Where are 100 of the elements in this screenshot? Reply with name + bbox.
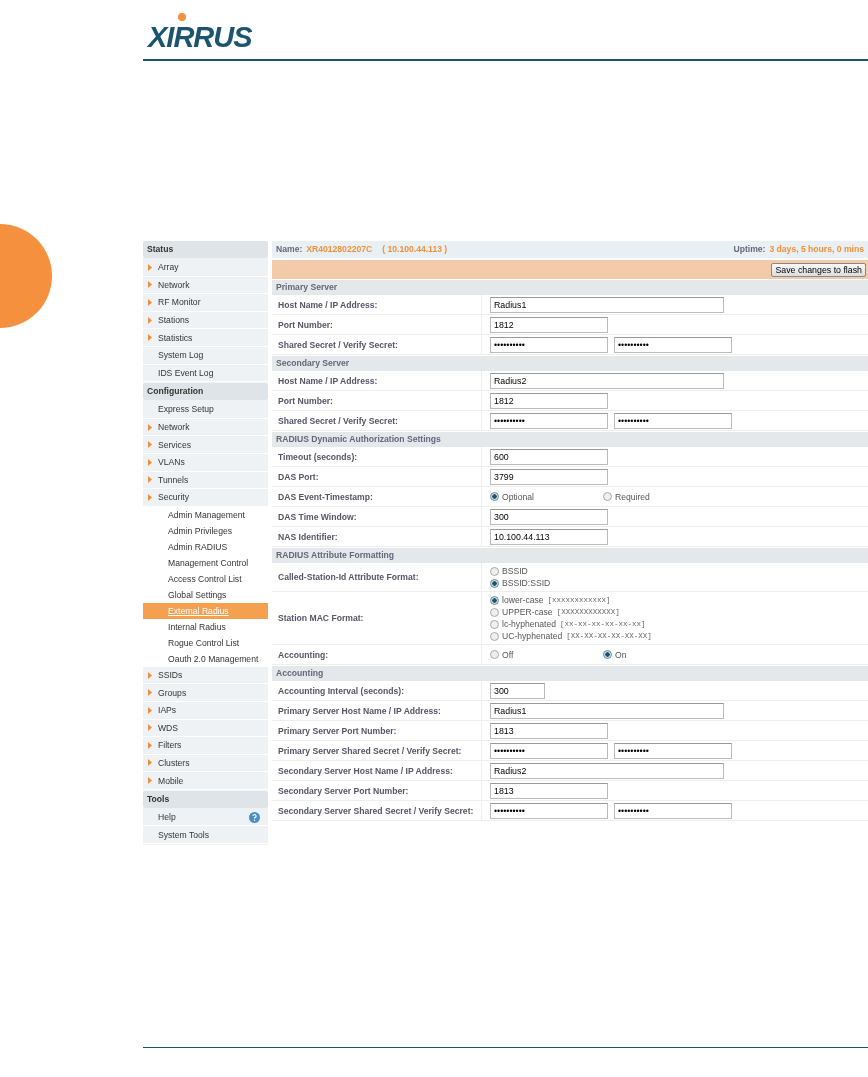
input-field[interactable]: Radius2 — [490, 762, 724, 779]
sidebar-item[interactable]: Network — [143, 276, 268, 295]
input-field[interactable]: Radius2 — [490, 372, 724, 389]
sidebar-item[interactable]: Filters — [143, 737, 268, 755]
sidebar-item[interactable]: IAPs — [143, 701, 268, 720]
input-field[interactable]: Radius1 — [490, 296, 724, 313]
verify-field[interactable]: •••••••••• — [614, 742, 732, 759]
input-field[interactable]: •••••••••• — [490, 742, 608, 759]
sidebar-subitem[interactable]: Internal Radius — [143, 618, 268, 635]
sidebar-item[interactable]: VLANs — [143, 453, 268, 472]
radio-option[interactable]: On — [603, 648, 716, 661]
sidebar-item[interactable]: SSIDs — [143, 666, 268, 685]
save-button[interactable]: Save changes to flash — [771, 262, 866, 277]
input-field[interactable]: 1812 — [490, 316, 608, 333]
input-field[interactable]: 1813 — [490, 722, 608, 739]
field-label: DAS Port: — [272, 467, 482, 486]
field-label: Primary Server Host Name / IP Address: — [272, 701, 482, 720]
radio-icon[interactable] — [490, 566, 499, 576]
radio-option[interactable]: BSSID:SSID — [490, 577, 551, 589]
sidebar-item[interactable]: Help — [143, 808, 268, 827]
sidebar-item[interactable]: IDS Event Log — [143, 364, 268, 383]
sidebar-item[interactable]: Statistics — [143, 329, 268, 347]
sidebar-item[interactable]: System Tools — [143, 826, 268, 845]
name-label: Name: — [276, 244, 303, 255]
input-field[interactable]: •••••••••• — [490, 336, 608, 353]
field-label: Host Name / IP Address: — [272, 295, 482, 314]
field-label: Secondary Server Port Number: — [272, 781, 482, 800]
field-label: Port Number: — [272, 315, 482, 334]
radio-icon[interactable] — [490, 607, 499, 617]
input-field[interactable]: 10.100.44.113 — [490, 528, 608, 545]
section-header: Secondary Server — [272, 356, 868, 371]
radio-icon[interactable] — [490, 492, 499, 501]
sidebar-item[interactable]: Mobile — [143, 772, 268, 790]
input-field[interactable]: •••••••••• — [490, 412, 608, 429]
sidebar-item[interactable]: Express Setup — [143, 401, 268, 419]
sidebar-item[interactable]: Network — [143, 418, 268, 437]
input-field[interactable]: •••••••••• — [490, 802, 608, 819]
verify-field[interactable]: •••••••••• — [614, 802, 732, 819]
sidebar-item[interactable]: Groups — [143, 684, 268, 702]
sidebar-group-title: Status — [143, 241, 268, 258]
input-field[interactable]: 300 — [490, 682, 545, 699]
sidebar-item[interactable]: Security — [143, 489, 268, 507]
logo: XIRRUS — [148, 12, 255, 52]
sidebar-subitem[interactable]: Management Control — [143, 554, 268, 571]
sidebar-item[interactable]: Array — [143, 259, 268, 277]
field-label: NAS Identifier: — [272, 527, 482, 546]
field-label: Shared Secret / Verify Secret: — [272, 335, 482, 354]
sidebar-subitem[interactable]: Oauth 2.0 Management — [143, 650, 268, 667]
radio-option[interactable]: Required — [603, 490, 716, 503]
field-label: Timeout (seconds): — [272, 447, 482, 466]
sidebar-item[interactable]: Services — [143, 436, 268, 454]
sidebar-item[interactable]: WDS — [143, 719, 268, 738]
uptime-label: Uptime: — [733, 244, 766, 255]
field-label: DAS Time Window: — [272, 507, 482, 526]
help-icon[interactable] — [249, 811, 260, 823]
device-ip: ( 10.100.44.113 ) — [382, 244, 448, 255]
verify-field[interactable]: •••••••••• — [614, 336, 732, 353]
section-header: RADIUS Attribute Formatting — [272, 548, 868, 563]
input-field[interactable]: 300 — [490, 508, 608, 525]
field-label: Primary Server Port Number: — [272, 721, 482, 740]
sidebar-group-title: Configuration — [143, 383, 268, 401]
radio-option[interactable]: Optional — [490, 490, 603, 503]
field-label: Accounting Interval (seconds): — [272, 681, 482, 700]
field-label: Primary Server Shared Secret / Verify Secret: — [272, 741, 482, 760]
radio-icon[interactable] — [490, 650, 499, 659]
sidebar-subitem[interactable]: Global Settings — [143, 586, 268, 603]
field-label: Called-Station-Id Attribute Format: — [272, 563, 482, 591]
sidebar-subitem[interactable]: Access Control List — [143, 570, 268, 587]
radio-icon[interactable] — [490, 631, 499, 641]
radio-icon[interactable] — [490, 619, 499, 629]
input-field[interactable]: 1813 — [490, 782, 608, 799]
sidebar-subitem[interactable]: Rogue Control List — [143, 634, 268, 651]
field-label: Port Number: — [272, 391, 482, 410]
input-field[interactable]: 1812 — [490, 392, 608, 409]
radio-icon[interactable] — [490, 578, 499, 588]
input-field[interactable]: 3799 — [490, 468, 608, 485]
sidebar-subitem[interactable]: Admin Privileges — [143, 522, 268, 539]
field-label: Shared Secret / Verify Secret: — [272, 411, 482, 430]
field-label: Secondary Server Host Name / IP Address: — [272, 761, 482, 780]
sidebar-item[interactable]: RF Monitor — [143, 294, 268, 312]
device-name: XR4012802207C — [306, 244, 373, 255]
sidebar-subitem[interactable]: Admin RADIUS — [143, 538, 268, 555]
field-label: DAS Event-Timestamp: — [272, 487, 482, 506]
field-label: Accounting: — [272, 645, 482, 664]
input-field[interactable]: 600 — [490, 448, 608, 465]
radio-icon[interactable] — [490, 595, 499, 605]
section-header: Primary Server — [272, 280, 868, 295]
section-header: Accounting — [272, 666, 868, 681]
uptime-value: 3 days, 5 hours, 0 mins — [769, 244, 864, 255]
sidebar-subitem[interactable]: Admin Management — [143, 506, 268, 523]
sidebar-item[interactable]: System Log — [143, 346, 268, 365]
radio-icon[interactable] — [603, 650, 612, 659]
input-field[interactable]: Radius1 — [490, 702, 724, 719]
radio-icon[interactable] — [603, 492, 612, 501]
radio-option[interactable]: BSSID — [490, 565, 551, 577]
sidebar-item[interactable]: Tunnels — [143, 471, 268, 490]
sidebar-item[interactable]: Stations — [143, 311, 268, 330]
radio-option[interactable]: Off — [490, 648, 603, 661]
sidebar-item[interactable]: Clusters — [143, 754, 268, 773]
verify-field[interactable]: •••••••••• — [614, 412, 732, 429]
